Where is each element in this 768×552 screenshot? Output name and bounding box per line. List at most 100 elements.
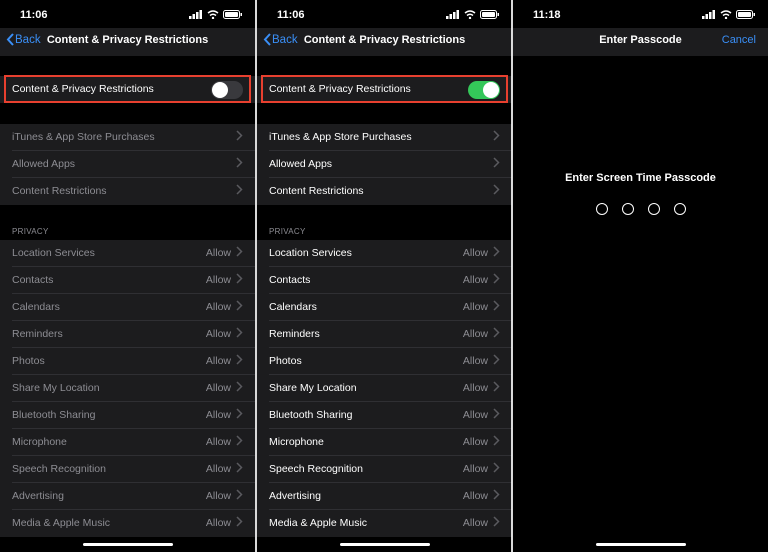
list-item[interactable]: Content Restrictions xyxy=(257,178,512,205)
status-bar: 11:18 xyxy=(513,0,768,30)
row-label: Advertising xyxy=(269,490,321,502)
wifi-icon xyxy=(464,10,476,19)
page-title: Content & Privacy Restrictions xyxy=(46,34,209,46)
status-bar: 11:06 xyxy=(257,0,512,30)
chevron-right-icon xyxy=(236,381,243,392)
row-value: Allow xyxy=(205,463,231,475)
status-time: 11:06 xyxy=(20,9,48,21)
passcode-dot xyxy=(647,203,660,215)
page-title: Content & Privacy Restrictions xyxy=(303,34,466,46)
privacy-row[interactable]: Speech Recognition Allow xyxy=(0,456,255,483)
chevron-right-icon xyxy=(493,184,500,195)
chevron-right-icon xyxy=(493,273,500,284)
row-value: Allow xyxy=(205,274,231,286)
chevron-right-icon xyxy=(493,130,500,141)
row-value: Allow xyxy=(205,247,231,259)
privacy-row[interactable]: Media & Apple Music Allow xyxy=(257,510,512,537)
privacy-row[interactable]: Speech Recognition Allow xyxy=(257,456,512,483)
privacy-row[interactable]: Calendars Allow xyxy=(257,294,512,321)
passcode-dot xyxy=(595,203,608,215)
privacy-row[interactable]: Microphone Allow xyxy=(0,429,255,456)
highlight-box xyxy=(261,75,508,103)
row-label: Microphone xyxy=(12,436,67,448)
privacy-row[interactable]: Advertising Allow xyxy=(257,483,512,510)
row-label: Content Restrictions xyxy=(269,185,364,197)
passcode-screen: 11:18 Enter Passcode Cancel Enter Screen… xyxy=(513,0,768,552)
passcode-prompt: Enter Screen Time Passcode xyxy=(565,172,716,184)
passcode-dots[interactable] xyxy=(513,203,768,215)
privacy-header: PRIVACY xyxy=(12,227,49,236)
list-item[interactable]: Allowed Apps xyxy=(0,151,255,178)
signal-icon xyxy=(446,10,459,19)
privacy-row[interactable]: Advertising Allow xyxy=(0,483,255,510)
row-label: Photos xyxy=(12,355,45,367)
cancel-button[interactable]: Cancel xyxy=(722,34,756,46)
privacy-row[interactable]: Reminders Allow xyxy=(0,321,255,348)
highlight-box xyxy=(4,75,251,103)
row-label: Calendars xyxy=(12,301,60,313)
wifi-icon xyxy=(720,10,732,19)
privacy-row[interactable]: Calendars Allow xyxy=(0,294,255,321)
privacy-row[interactable]: Bluetooth Sharing Allow xyxy=(257,402,512,429)
chevron-right-icon xyxy=(236,300,243,311)
row-value: Allow xyxy=(462,355,488,367)
row-label: Contacts xyxy=(269,274,311,286)
row-value: Allow xyxy=(462,328,488,340)
privacy-row[interactable]: Share My Location Allow xyxy=(0,375,255,402)
list-item[interactable]: Content Restrictions xyxy=(0,178,255,205)
status-icons xyxy=(702,10,756,19)
status-time: 11:06 xyxy=(277,9,305,21)
list-item[interactable]: iTunes & App Store Purchases xyxy=(0,124,255,151)
row-label: Calendars xyxy=(269,301,317,313)
signal-icon xyxy=(702,10,715,19)
chevron-right-icon xyxy=(236,327,243,338)
row-value: Allow xyxy=(462,274,488,286)
row-label: Bluetooth Sharing xyxy=(12,409,96,421)
row-value: Allow xyxy=(205,490,231,502)
chevron-right-icon xyxy=(236,354,243,365)
row-value: Allow xyxy=(462,247,488,259)
privacy-row[interactable]: Microphone Allow xyxy=(257,429,512,456)
nav-bar: Back Content & Privacy Restrictions xyxy=(257,28,512,56)
status-icons xyxy=(446,10,500,19)
privacy-row[interactable]: Location Services Allow xyxy=(257,240,512,267)
privacy-row[interactable]: Share My Location Allow xyxy=(257,375,512,402)
privacy-row[interactable]: Contacts Allow xyxy=(0,267,255,294)
row-label: iTunes & App Store Purchases xyxy=(12,131,155,143)
row-value: Allow xyxy=(462,436,488,448)
chevron-right-icon xyxy=(493,435,500,446)
home-indicator xyxy=(339,543,430,546)
chevron-right-icon xyxy=(236,157,243,168)
row-value: Allow xyxy=(205,409,231,421)
row-value: Allow xyxy=(462,301,488,313)
chevron-right-icon xyxy=(236,184,243,195)
chevron-right-icon xyxy=(493,246,500,257)
nav-bar: Enter Passcode Cancel xyxy=(513,28,768,56)
row-label: Share My Location xyxy=(269,382,357,394)
chevron-right-icon xyxy=(493,516,500,527)
chevron-right-icon xyxy=(493,354,500,365)
list-item[interactable]: iTunes & App Store Purchases xyxy=(257,124,512,151)
battery-icon xyxy=(736,10,755,19)
privacy-row[interactable]: Bluetooth Sharing Allow xyxy=(0,402,255,429)
list-item[interactable]: Allowed Apps xyxy=(257,151,512,178)
privacy-row[interactable]: Photos Allow xyxy=(257,348,512,375)
privacy-row[interactable]: Media & Apple Music Allow xyxy=(0,510,255,537)
chevron-right-icon xyxy=(236,246,243,257)
chevron-right-icon xyxy=(493,408,500,419)
row-label: Speech Recognition xyxy=(269,463,363,475)
privacy-row[interactable]: Location Services Allow xyxy=(0,240,255,267)
row-label: Bluetooth Sharing xyxy=(269,409,353,421)
chevron-right-icon xyxy=(493,327,500,338)
chevron-right-icon xyxy=(493,381,500,392)
battery-icon xyxy=(223,10,242,19)
row-value: Allow xyxy=(205,517,231,529)
row-value: Allow xyxy=(462,382,488,394)
privacy-row[interactable]: Contacts Allow xyxy=(257,267,512,294)
chevron-right-icon xyxy=(236,130,243,141)
row-label: Reminders xyxy=(12,328,63,340)
privacy-row[interactable]: Photos Allow xyxy=(0,348,255,375)
chevron-right-icon xyxy=(236,273,243,284)
row-label: Allowed Apps xyxy=(269,158,333,170)
privacy-row[interactable]: Reminders Allow xyxy=(257,321,512,348)
